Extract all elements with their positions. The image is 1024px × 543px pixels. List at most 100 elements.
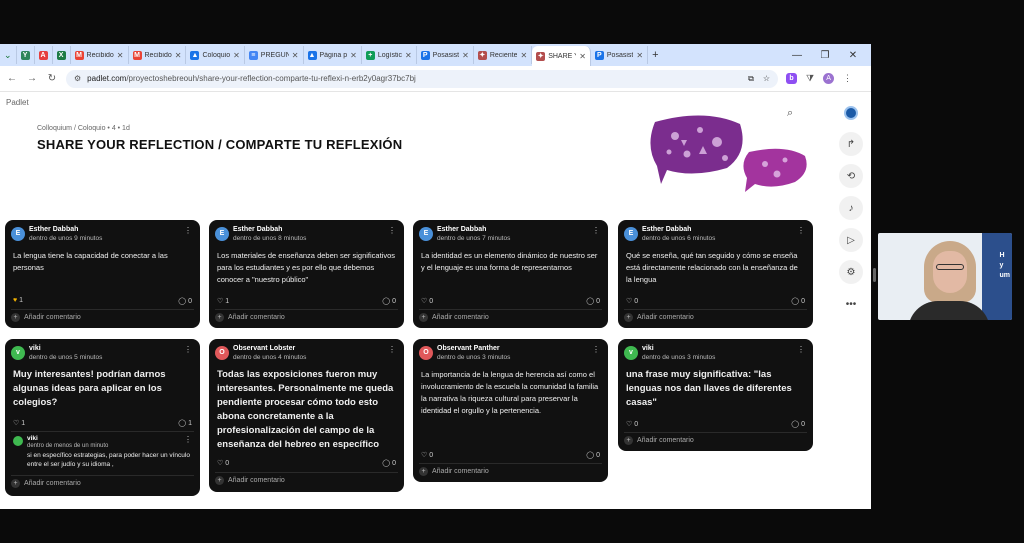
address-bar[interactable]: ⚙ padlet.com/proyectoshebreouh/share-you… <box>66 69 778 88</box>
browser-tab[interactable]: M Recibido ✕ <box>129 46 187 64</box>
post-menu-icon[interactable]: ⋮ <box>388 345 396 354</box>
post-menu-icon[interactable]: ⋮ <box>184 226 192 235</box>
comment-count-button[interactable]: ◯ 0 <box>791 297 805 305</box>
tab-search-button[interactable]: ⌄ <box>0 46 17 64</box>
post-card[interactable]: v viki dentro de unos 5 minutos ⋮ Muy intere… <box>5 339 200 496</box>
tab-close-icon[interactable]: ✕ <box>175 51 182 60</box>
new-tab-button[interactable]: + <box>648 46 662 64</box>
settings-gear-icon[interactable]: ⚙ <box>839 260 863 284</box>
forward-icon[interactable]: → <box>26 73 38 84</box>
browser-tab[interactable]: + Logístic ✕ <box>362 46 417 64</box>
comment-count-button[interactable]: ◯ 1 <box>178 419 192 427</box>
tab-close-icon[interactable]: ✕ <box>233 51 240 60</box>
browser-menu-icon[interactable]: ⋮ <box>843 73 852 84</box>
like-button[interactable]: ♡ 0 <box>217 459 229 467</box>
like-button[interactable]: ♡ 0 <box>421 297 433 305</box>
slideshow-icon[interactable]: ▷ <box>839 228 863 252</box>
add-comment-button[interactable]: + Añadir comentario <box>215 476 285 485</box>
tab-close-icon[interactable]: ✕ <box>405 51 412 60</box>
post-card[interactable]: E Esther Dabbah dentro de unos 9 minutos ⋮ L… <box>5 220 200 328</box>
add-comment-button[interactable]: + Añadir comentario <box>419 467 489 476</box>
reload-icon[interactable]: ↻ <box>46 73 58 84</box>
resize-handle[interactable] <box>873 268 876 282</box>
author-avatar[interactable]: E <box>419 227 433 241</box>
site-info-icon[interactable]: ⚙ <box>74 74 81 83</box>
browser-tab[interactable]: M Recibido ✕ <box>71 46 129 64</box>
comment-count-button[interactable]: ◯ 0 <box>791 420 805 428</box>
tab-favicon-icon: ✦ <box>536 51 546 61</box>
install-app-icon[interactable]: ⧉ <box>748 74 754 84</box>
like-button[interactable]: ♥ 1 <box>13 297 23 304</box>
post-menu-icon[interactable]: ⋮ <box>388 226 396 235</box>
profile-avatar[interactable]: A <box>823 73 835 84</box>
post-menu-icon[interactable]: ⋮ <box>797 226 805 235</box>
add-comment-button[interactable]: + Añadir comentario <box>419 313 489 322</box>
post-card[interactable]: E Esther Dabbah dentro de unos 6 minutos ⋮ Q… <box>618 220 813 328</box>
back-icon[interactable]: ← <box>6 73 18 84</box>
tab-close-icon[interactable]: ✕ <box>636 51 643 60</box>
author-avatar[interactable]: v <box>11 346 25 360</box>
extension-icon[interactable]: b <box>786 73 797 84</box>
like-button[interactable]: ♡ 0 <box>626 420 638 428</box>
add-comment-button[interactable]: + Añadir comentario <box>215 313 285 322</box>
comment-count-button[interactable]: ◯ 0 <box>586 297 600 305</box>
like-button[interactable]: ♡ 1 <box>217 297 229 305</box>
browser-tab[interactable]: ✦ SHARE Y ✕ <box>532 46 591 66</box>
remake-icon[interactable]: ⟲ <box>839 164 863 188</box>
like-button[interactable]: ♡ 0 <box>626 297 638 305</box>
close-window-icon[interactable]: ✕ <box>847 50 859 61</box>
author-avatar[interactable]: O <box>215 346 229 360</box>
author-avatar[interactable]: E <box>11 227 25 241</box>
post-card[interactable]: E Esther Dabbah dentro de unos 8 minutos ⋮ L… <box>209 220 404 328</box>
author-avatar[interactable]: E <box>624 227 638 241</box>
post-card[interactable]: v viki dentro de unos 3 minutos ⋮ una frase … <box>618 339 813 451</box>
post-header: E Esther Dabbah dentro de unos 8 minutos ⋮ <box>215 226 398 246</box>
tab-close-icon[interactable]: ✕ <box>462 51 469 60</box>
notifications-icon[interactable]: ♪ <box>839 196 863 220</box>
post-menu-icon[interactable]: ⋮ <box>592 226 600 235</box>
share-icon[interactable]: ↱ <box>839 132 863 156</box>
add-comment-button[interactable]: + Añadir comentario <box>624 313 694 322</box>
browser-tab[interactable]: ▲ Coloquio ✕ <box>186 46 245 64</box>
browser-tab[interactable]: P Posasist ✕ <box>417 46 474 64</box>
tab-close-icon[interactable]: ✕ <box>117 51 124 60</box>
comment-menu-icon[interactable]: ⋮ <box>184 435 192 444</box>
padlet-logo[interactable]: Padlet <box>6 98 29 107</box>
post-menu-icon[interactable]: ⋮ <box>592 345 600 354</box>
tab-close-icon[interactable]: ✕ <box>292 51 299 60</box>
extensions-puzzle-icon[interactable]: ⧩ <box>806 73 814 84</box>
comment-count-button[interactable]: ◯ 0 <box>382 459 396 467</box>
tab-close-icon[interactable]: ✕ <box>520 51 527 60</box>
post-menu-icon[interactable]: ⋮ <box>797 345 805 354</box>
post-card[interactable]: E Esther Dabbah dentro de unos 7 minutos ⋮ L… <box>413 220 608 328</box>
bookmark-star-icon[interactable]: ☆ <box>763 74 770 84</box>
add-comment-button[interactable]: + Añadir comentario <box>11 313 81 322</box>
author-avatar[interactable]: E <box>215 227 229 241</box>
like-button[interactable]: ♡ 0 <box>421 451 433 459</box>
tab-close-icon[interactable]: ✕ <box>350 51 357 60</box>
browser-tab[interactable]: Y <box>17 46 35 64</box>
tab-close-icon[interactable]: ✕ <box>579 52 586 61</box>
browser-tab[interactable]: A <box>35 46 53 64</box>
browser-tab[interactable]: ≡ PREGUN ✕ <box>245 46 304 64</box>
comment-count-button[interactable]: ◯ 0 <box>382 297 396 305</box>
add-comment-button[interactable]: + Añadir comentario <box>11 479 81 488</box>
browser-tab[interactable]: ▲ Página p ✕ <box>304 46 362 64</box>
comment-avatar[interactable] <box>13 436 23 446</box>
post-card[interactable]: O Observant Panther dentro de unos 3 minut… <box>413 339 608 482</box>
more-options-icon[interactable]: ••• <box>839 292 863 316</box>
post-card[interactable]: O Observant Lobster dentro de unos 4 minut… <box>209 339 404 492</box>
board-avatar[interactable] <box>844 106 858 120</box>
author-avatar[interactable]: O <box>419 346 433 360</box>
browser-tab[interactable]: ✦ Reciente ✕ <box>474 46 533 64</box>
maximize-icon[interactable]: ❐ <box>819 50 831 61</box>
browser-tab[interactable]: P Posasist ✕ <box>591 46 649 64</box>
author-avatar[interactable]: v <box>624 346 638 360</box>
comment-count-button[interactable]: ◯ 0 <box>586 451 600 459</box>
add-comment-button[interactable]: + Añadir comentario <box>624 436 694 445</box>
comment-count-button[interactable]: ◯ 0 <box>178 297 192 305</box>
post-menu-icon[interactable]: ⋮ <box>184 345 192 354</box>
browser-tab[interactable]: X <box>53 46 71 64</box>
like-button[interactable]: ♡ 1 <box>13 419 25 427</box>
minimize-icon[interactable]: — <box>791 50 803 61</box>
